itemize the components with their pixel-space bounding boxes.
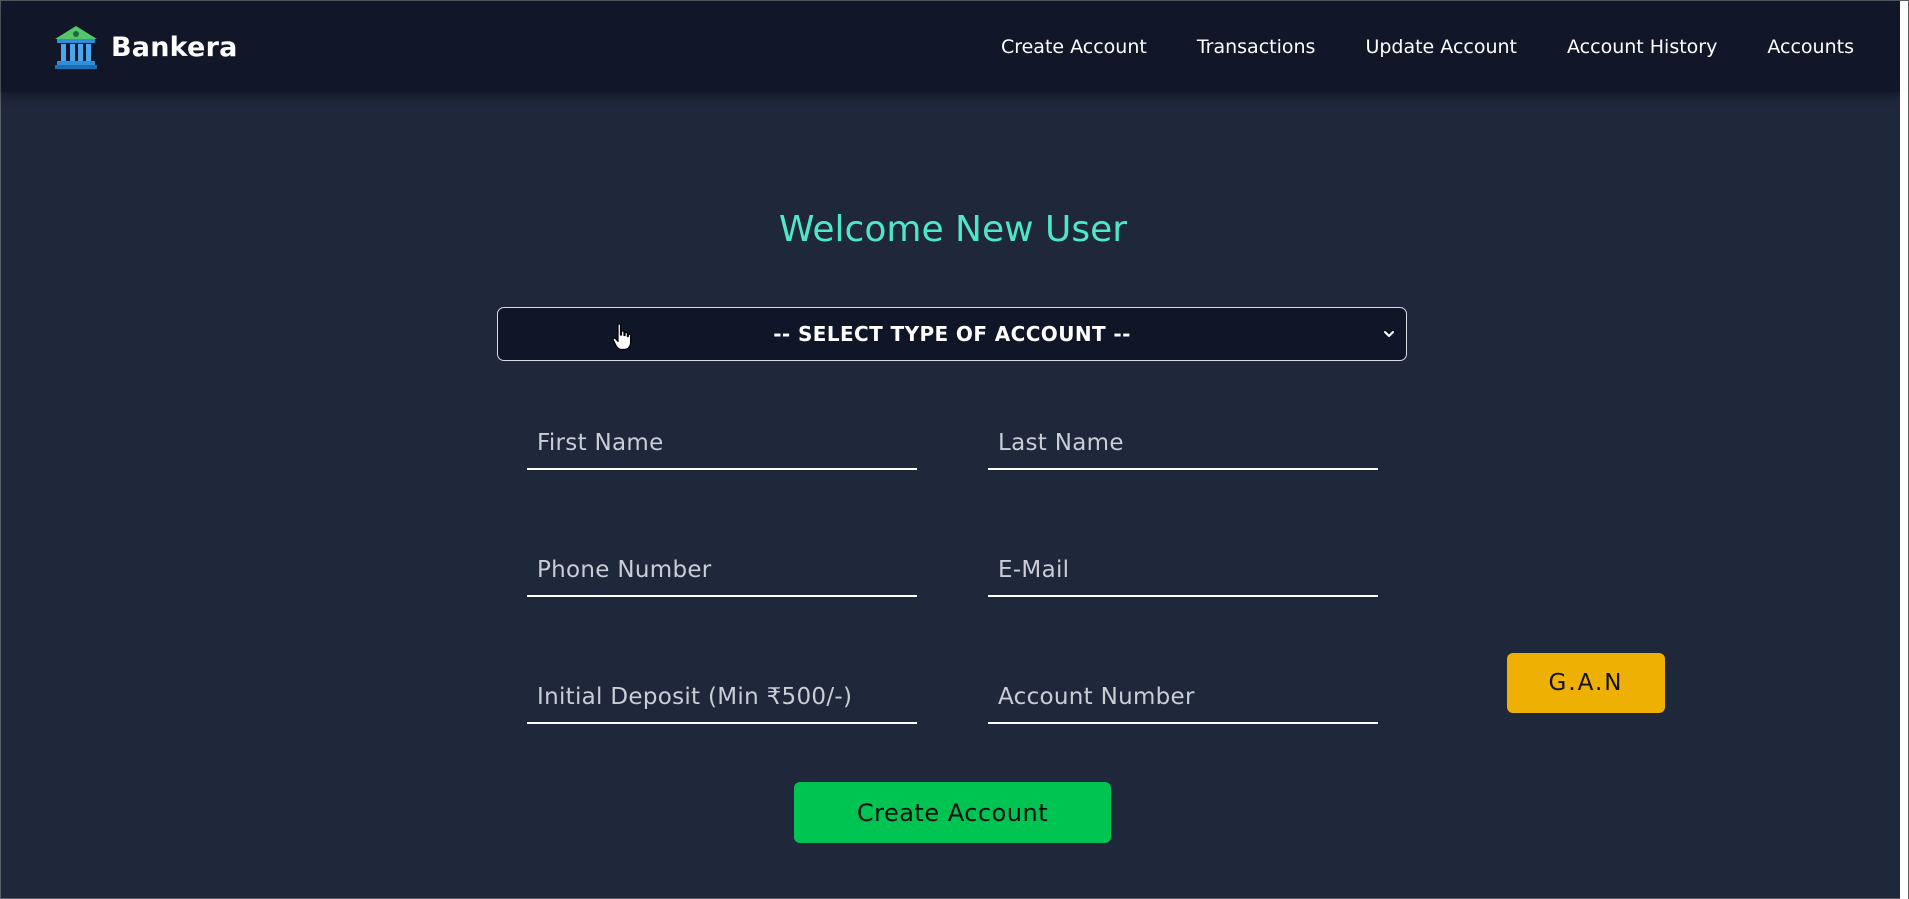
page-title: Welcome New User (778, 209, 1128, 250)
first-name-field[interactable]: First Name (527, 416, 917, 470)
nav-update-account[interactable]: Update Account (1365, 36, 1517, 58)
nav-accounts[interactable]: Accounts (1767, 36, 1854, 58)
last-name-field[interactable]: Last Name (988, 416, 1378, 470)
account-type-selected-value: -- SELECT TYPE OF ACCOUNT -- (773, 322, 1131, 346)
email-placeholder: E-Mail (998, 557, 1070, 583)
nav-transactions[interactable]: Transactions (1197, 36, 1316, 58)
phone-number-placeholder: Phone Number (537, 557, 712, 583)
nav-account-history[interactable]: Account History (1567, 36, 1717, 58)
hand-pointer-cursor-icon (612, 323, 632, 351)
first-name-placeholder: First Name (537, 430, 664, 456)
initial-deposit-field[interactable]: Initial Deposit (Min ₹500/-) (527, 670, 917, 724)
last-name-placeholder: Last Name (998, 430, 1124, 456)
brand-name: Bankera (111, 31, 238, 63)
bank-building-icon (55, 26, 97, 69)
account-number-placeholder: Account Number (998, 684, 1195, 710)
account-type-select[interactable]: -- SELECT TYPE OF ACCOUNT -- (497, 307, 1407, 361)
create-account-button[interactable]: Create Account (794, 782, 1111, 843)
chevron-down-icon (1384, 331, 1394, 337)
initial-deposit-placeholder: Initial Deposit (Min ₹500/-) (537, 684, 853, 710)
nav-create-account[interactable]: Create Account (1001, 36, 1147, 58)
window-edge-strip (1900, 1, 1908, 899)
phone-number-field[interactable]: Phone Number (527, 543, 917, 597)
email-field[interactable]: E-Mail (988, 543, 1378, 597)
account-number-field[interactable]: Account Number (988, 670, 1378, 724)
top-navbar: Bankera Create Account Transactions Upda… (1, 1, 1901, 92)
generate-account-number-button[interactable]: G.A.N (1507, 653, 1665, 713)
app-window: Bankera Create Account Transactions Upda… (0, 0, 1909, 899)
brand[interactable]: Bankera (53, 24, 238, 70)
nav-links: Create Account Transactions Update Accou… (951, 1, 1854, 92)
